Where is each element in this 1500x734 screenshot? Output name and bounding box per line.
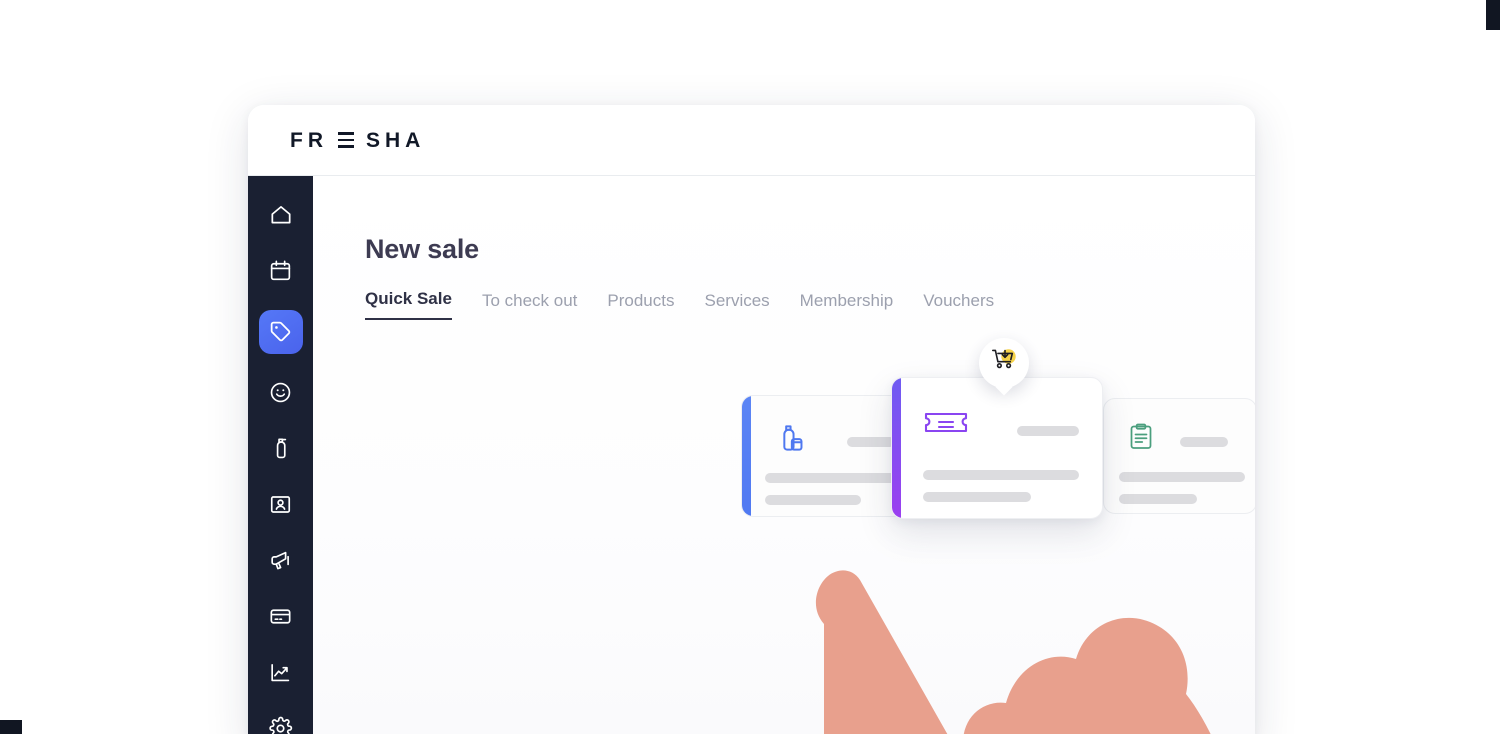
- megaphone-icon: [268, 548, 293, 573]
- pump-bottle-icon: [773, 422, 807, 461]
- sidebar-item-settings[interactable]: [259, 711, 303, 734]
- placeholder-line: [923, 492, 1031, 502]
- placeholder-line: [847, 437, 895, 447]
- trending-up-icon: [268, 660, 293, 685]
- tab-to-check-out[interactable]: To check out: [482, 291, 577, 320]
- placeholder-line: [923, 470, 1079, 480]
- pump-bottle-icon: [268, 436, 293, 461]
- placeholder-line: [1017, 426, 1079, 436]
- corner-mark-bottom-left: [0, 720, 22, 734]
- voucher-card[interactable]: [891, 377, 1103, 519]
- tab-products[interactable]: Products: [607, 291, 674, 320]
- sidebar-item-products[interactable]: [259, 432, 303, 466]
- smiley-icon: [268, 380, 293, 405]
- ticket-icon: [923, 407, 969, 446]
- credit-card-icon: [268, 604, 293, 629]
- home-icon: [268, 202, 294, 228]
- sidebar-item-reports[interactable]: [259, 655, 303, 689]
- product-card-accent-bar: [742, 396, 751, 516]
- contact-card-icon: [268, 492, 293, 517]
- sidebar-item-team[interactable]: [259, 488, 303, 522]
- tab-bar: Quick Sale To check out Products Service…: [365, 289, 994, 320]
- placeholder-line: [765, 473, 905, 483]
- sidebar-item-calendar[interactable]: [259, 254, 303, 288]
- app-window: FR SHA New sale Quick Sale To check out …: [248, 105, 1255, 734]
- calendar-icon: [268, 258, 293, 283]
- sidebar-item-sales[interactable]: [258, 309, 303, 354]
- voucher-card-accent-bar: [892, 378, 901, 518]
- sidebar: [248, 176, 313, 734]
- service-card[interactable]: [1103, 398, 1255, 514]
- logo-letter-e-icon: [338, 131, 354, 150]
- page-title: New sale: [365, 234, 479, 264]
- screenshot-stage: FR SHA New sale Quick Sale To check out …: [0, 0, 1500, 734]
- gear-icon: [268, 716, 293, 734]
- cart-add-badge: [979, 338, 1029, 388]
- tab-services[interactable]: Services: [704, 291, 769, 320]
- sidebar-item-clients[interactable]: [259, 376, 303, 410]
- logo-letters-fr: FR: [290, 128, 328, 152]
- tab-vouchers[interactable]: Vouchers: [923, 291, 994, 320]
- tab-membership[interactable]: Membership: [800, 291, 894, 320]
- placeholder-line: [765, 495, 861, 505]
- logo-letters-sha: SHA: [366, 128, 426, 152]
- cart-add-icon: [987, 344, 1021, 383]
- empty-state-illustration: Add items: [313, 338, 1255, 734]
- placeholder-line: [1119, 494, 1197, 504]
- placeholder-line: [1119, 472, 1245, 482]
- top-bar: FR SHA: [248, 105, 1255, 176]
- sidebar-item-payments[interactable]: [259, 599, 303, 633]
- fresha-logo[interactable]: FR SHA: [290, 130, 425, 151]
- main-content: New sale Quick Sale To check out Product…: [313, 176, 1255, 734]
- placeholder-line: [1180, 437, 1228, 447]
- sidebar-item-home[interactable]: [259, 198, 303, 232]
- tag-icon: [268, 319, 293, 344]
- corner-mark-top-right: [1486, 0, 1500, 30]
- tab-quick-sale[interactable]: Quick Sale: [365, 289, 452, 320]
- clipboard-icon: [1126, 422, 1156, 457]
- sidebar-item-marketing[interactable]: [259, 543, 303, 577]
